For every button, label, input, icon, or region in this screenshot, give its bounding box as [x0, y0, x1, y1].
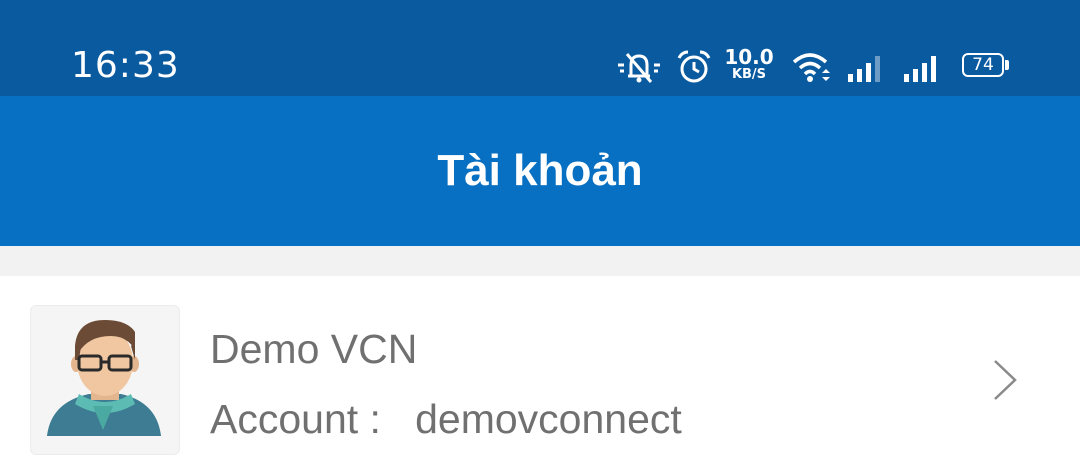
battery-tip	[1005, 60, 1009, 70]
avatar-icon	[47, 320, 161, 436]
status-bar: 16:33 10.0 KB/S 74	[0, 0, 1080, 96]
app-header: Tài khoản	[0, 96, 1080, 246]
battery-icon: 74	[962, 53, 1004, 77]
account-label: Account :	[210, 396, 381, 442]
signal-icon	[904, 56, 936, 82]
account-value: demovconnect	[415, 396, 682, 442]
account-info: Account : demovconnect	[210, 394, 682, 444]
avatar	[30, 305, 180, 455]
bell-muted-icon	[618, 53, 660, 83]
alarm-icon	[677, 50, 711, 83]
network-speed-value: 10.0	[724, 45, 774, 69]
network-speed: 10.0 KB/S	[724, 47, 774, 82]
signal-icon	[848, 56, 880, 82]
section-divider	[0, 246, 1080, 276]
page-title: Tài khoản	[437, 146, 643, 195]
wifi-icon	[792, 53, 830, 82]
network-speed-unit: KB/S	[731, 67, 767, 82]
chevron-right-icon[interactable]	[990, 358, 1020, 402]
account-name: Demo VCN	[210, 326, 418, 372]
status-time: 16:33	[71, 45, 180, 86]
account-row[interactable]: Demo VCN Account : demovconnect	[0, 276, 1080, 476]
battery-level: 74	[972, 55, 994, 75]
